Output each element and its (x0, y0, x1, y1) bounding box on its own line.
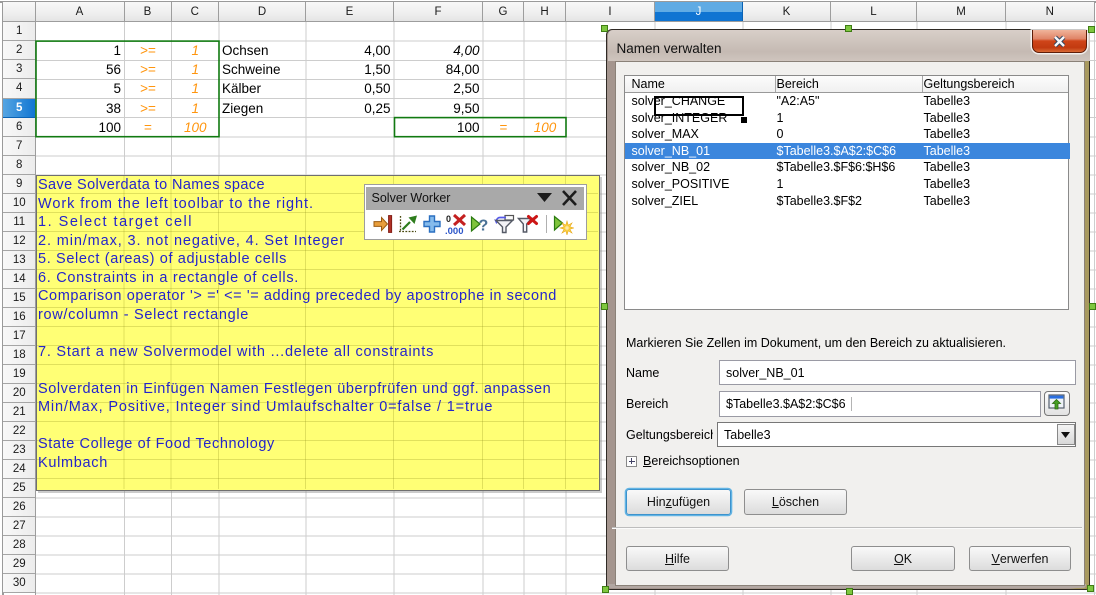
svg-text:?: ? (479, 218, 489, 235)
svg-text:0: 0 (446, 214, 451, 224)
svg-text:.000: .000 (445, 226, 464, 235)
